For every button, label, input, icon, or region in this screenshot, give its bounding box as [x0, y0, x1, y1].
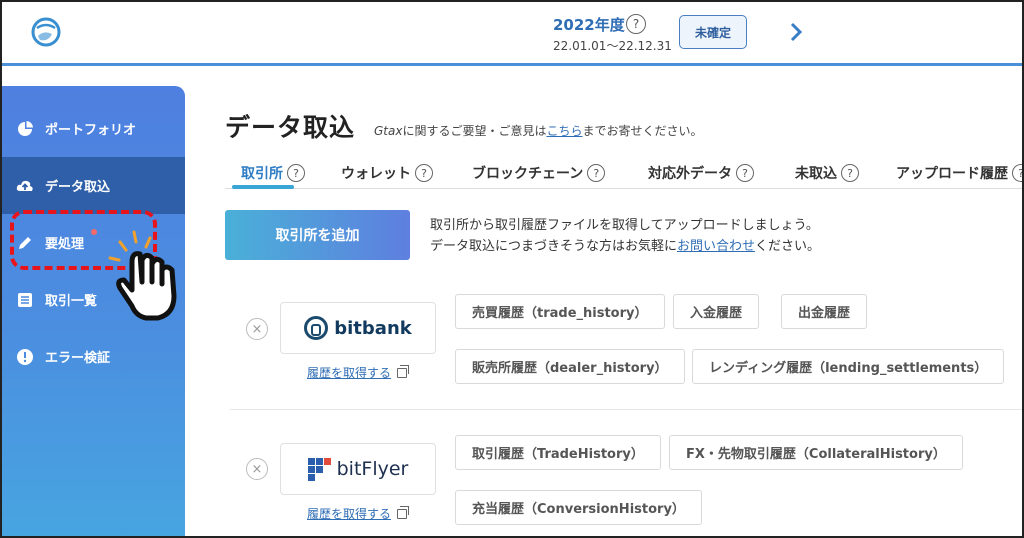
tab-label: ブロックチェーン [472, 166, 584, 182]
remove-exchange-button[interactable]: × [246, 458, 268, 480]
intro-line-2-suffix: ください。 [755, 239, 821, 254]
feedback-mid: に関するご要望・ご意見は [402, 124, 547, 138]
status-button[interactable]: 未確定 [679, 15, 747, 49]
history-chip[interactable]: レンディング履歴（lending_settlements） [692, 349, 1005, 384]
fiscal-year-title: 2022年度 [553, 16, 625, 34]
tab-upload-history[interactable]: アップロード履歴 ? [896, 163, 1022, 183]
history-chip[interactable]: 出金履歴 [781, 294, 868, 329]
gtax-logo-icon[interactable] [28, 14, 64, 50]
pointing-hand-icon [108, 230, 177, 321]
cloud-upload-icon [16, 180, 33, 191]
history-chip[interactable]: 取引履歴（TradeHistory） [455, 435, 661, 470]
help-icon[interactable]: ? [587, 164, 606, 182]
intro-text: 取引所から取引履歴ファイルを取得してアップロードしましょう。 データ取込につまづ… [430, 215, 820, 257]
help-icon[interactable]: ? [841, 164, 859, 182]
active-tab-indicator [232, 185, 294, 189]
pie-chart-icon [18, 120, 33, 136]
bitflyer-logo: bitFlyer [307, 457, 409, 481]
chevron-right-icon[interactable] [786, 20, 806, 44]
help-icon[interactable]: ? [287, 164, 305, 182]
history-chip[interactable]: FX・先物取引履歴（CollateralHistory） [669, 435, 963, 470]
exchange-logo-card: bitFlyer [280, 443, 436, 495]
external-link-icon [397, 505, 410, 519]
sidebar-item-label: ポートフォリオ [45, 123, 137, 138]
exchange-row-bitflyer: × bitFlyer 履歴を取得する 取引履歴（TradeHistory） FX… [230, 435, 1020, 535]
exchange-name: bitFlyer [336, 458, 409, 480]
sidebar-item-error-check[interactable]: エラー検証 [2, 328, 185, 385]
header-divider [2, 63, 1022, 66]
tab-label: 対応外データ [648, 166, 732, 182]
tab-label: アップロード履歴 [896, 166, 1008, 182]
intro-line-2: データ取込につまづきそうな方はお気軽にお問い合わせください。 [430, 236, 820, 257]
fetch-history-link[interactable]: 履歴を取得する [307, 364, 410, 381]
page-title: データ取込 [225, 113, 356, 142]
data-import-tabs: 取引所 ? ウォレット ? ブロックチェーン ? 対応外データ ? 未取込 ? … [225, 157, 1022, 189]
bitbank-mark-icon [304, 316, 329, 340]
fiscal-year-range: 22.01.01〜22.12.31 [553, 39, 672, 53]
fetch-history-label: 履歴を取得する [307, 366, 392, 380]
add-exchange-button[interactable]: 取引所を追加 [225, 210, 410, 260]
tab-not-imported[interactable]: 未取込 ? [795, 163, 859, 183]
exchange-row-bitbank: × bitbank 履歴を取得する 売買履歴（trade_history） 入金… [230, 294, 1020, 406]
sidebar-item-data-import[interactable]: データ取込 [2, 157, 185, 214]
sidebar-item-portfolio[interactable]: ポートフォリオ [2, 100, 185, 157]
tab-label: 取引所 [241, 166, 283, 182]
help-icon[interactable]: ? [736, 164, 754, 182]
feedback-link[interactable]: こちら [546, 124, 582, 138]
app-frame: 2022年度 ? 22.01.01〜22.12.31 未確定 ポートフォリオ デ… [0, 0, 1024, 538]
feedback-text: Gtaxに関するご要望・ご意見はこちらまでお寄せください。 [374, 122, 703, 139]
help-icon[interactable]: ? [415, 164, 433, 182]
history-chip[interactable]: 入金履歴 [673, 294, 760, 329]
year-help-icon[interactable]: ? [626, 14, 646, 34]
tab-unsupported-data[interactable]: 対応外データ ? [648, 163, 754, 183]
sidebar-item-label: 取引一覧 [45, 294, 98, 309]
feedback-suffix: までお寄せください。 [582, 124, 703, 138]
top-header: 2022年度 ? 22.01.01〜22.12.31 未確定 [2, 2, 1022, 64]
intro-line-1: 取引所から取引履歴ファイルを取得してアップロードしましょう。 [430, 218, 819, 233]
sidebar-item-label: データ取込 [45, 180, 111, 195]
bitbank-logo: bitbank [304, 316, 412, 340]
tab-label: 未取込 [795, 166, 837, 182]
remove-exchange-button[interactable]: × [246, 318, 268, 340]
help-icon[interactable]: ? [1012, 164, 1022, 182]
exchange-name: bitbank [334, 317, 412, 339]
row-divider [230, 409, 1022, 410]
fetch-history-link[interactable]: 履歴を取得する [307, 505, 410, 522]
feedback-brand: Gtax [374, 124, 403, 138]
tab-blockchain[interactable]: ブロックチェーン ? [472, 163, 606, 183]
alert-icon [17, 348, 33, 365]
history-chip[interactable]: 販売所履歴（dealer_history） [455, 349, 685, 384]
external-link-icon [397, 364, 410, 378]
tab-exchange[interactable]: 取引所 ? [241, 163, 305, 183]
bitflyer-mark-icon [307, 457, 331, 481]
history-chip[interactable]: 充当履歴（ConversionHistory） [455, 490, 702, 525]
tab-wallet[interactable]: ウォレット ? [341, 163, 433, 183]
list-icon [18, 292, 32, 307]
history-chip[interactable]: 売買履歴（trade_history） [455, 294, 665, 329]
intro-line-2-prefix: データ取込につまづきそうな方はお気軽に [430, 239, 678, 254]
exchange-logo-card: bitbank [280, 302, 436, 354]
fetch-history-label: 履歴を取得する [307, 507, 392, 521]
sidebar-item-label: エラー検証 [45, 351, 111, 366]
contact-link[interactable]: お問い合わせ [677, 239, 755, 254]
tab-label: ウォレット [341, 166, 411, 182]
